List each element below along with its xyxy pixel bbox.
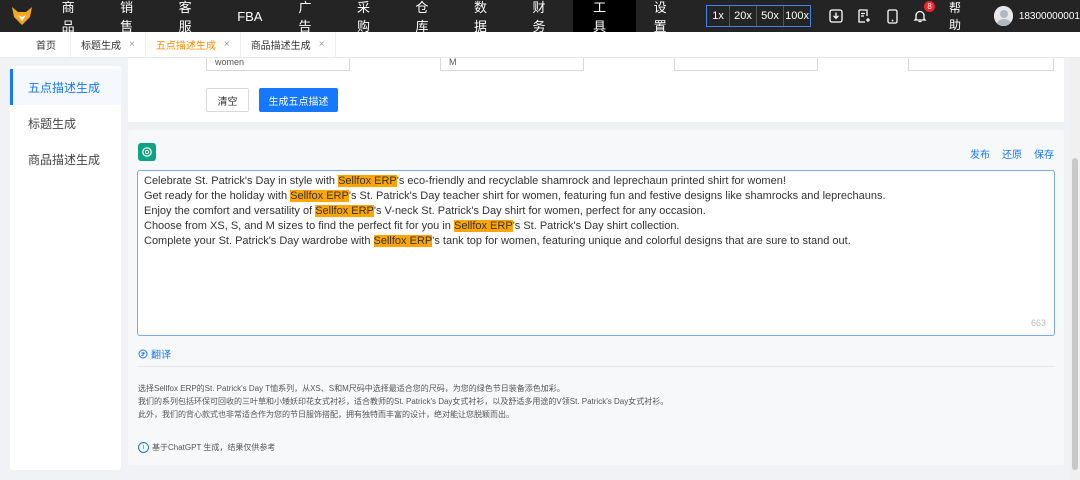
translation-line: 选择Sellfox ERP的St. Patrick's Day T恤系列，从XS…	[138, 384, 565, 393]
translation-line: 此外，我们的背心款式也非常适合作为您的节日服饰搭配，拥有独特而丰富的设计，绝对能…	[138, 410, 514, 419]
nav-item-tools[interactable]: 工具	[573, 0, 636, 34]
bullet-text: Enjoy the comfort and versatility of	[144, 205, 316, 217]
generate-bullets-button[interactable]: 生成五点描述	[259, 88, 338, 112]
save-button[interactable]: 保存	[1034, 146, 1054, 161]
tab-label: 标题生成	[81, 41, 121, 52]
bullet-text: 's tank top for women, featuring unique …	[432, 235, 851, 247]
restore-button[interactable]: 还原	[1002, 146, 1022, 161]
brand-highlight: Sellfox ERP	[290, 190, 349, 202]
bullets-textarea[interactable]: Celebrate St. Patrick's Day in style wit…	[137, 170, 1055, 336]
close-icon[interactable]: ×	[129, 39, 135, 50]
notification-badge: 8	[924, 1, 936, 12]
extra-input[interactable]	[674, 58, 818, 71]
zoom-1x-button[interactable]: 1x	[707, 6, 729, 26]
nav-item-settings[interactable]: 设置	[636, 0, 695, 34]
help-link[interactable]: 帮助	[949, 0, 972, 33]
result-panel: 发布 还原 保存 Celebrate St. Patrick's Day in …	[128, 130, 1064, 465]
sidebar-item-bullet-generation[interactable]: 五点描述生成	[10, 69, 121, 105]
avatar[interactable]	[993, 6, 1013, 26]
sidebar: 五点描述生成 标题生成 商品描述生成	[10, 66, 121, 470]
username[interactable]: 18300000001	[1019, 11, 1080, 22]
tab-description-generation[interactable]: 商品描述生成 ×	[241, 31, 336, 58]
info-icon: i	[138, 442, 149, 453]
extra-input-2[interactable]	[908, 58, 1054, 71]
divider	[137, 366, 1055, 367]
disclaimer-note: i 基于ChatGPT 生成，结果仅供参考	[138, 442, 275, 453]
result-actions: 发布 还原 保存	[970, 146, 1054, 161]
mobile-icon[interactable]	[885, 8, 899, 24]
nav-item-purchase[interactable]: 采购	[339, 0, 398, 34]
nav-item-warehouse[interactable]: 仓库	[398, 0, 457, 34]
translate-button[interactable]: 翻译	[138, 346, 171, 361]
download-icon[interactable]	[829, 8, 843, 24]
tab-title-generation[interactable]: 标题生成 ×	[71, 31, 146, 58]
top-nav: 商品 销售 客服 FBA 广告 采购 仓库 数据 财务 工具 设置 1x 20x…	[0, 0, 1080, 34]
bell-icon[interactable]: 8	[913, 1, 936, 24]
zoom-selector: 1x 20x 50x 100x	[706, 5, 812, 27]
nav-item-fba[interactable]: FBA	[219, 0, 280, 32]
translate-label: 翻译	[151, 350, 171, 361]
clear-button[interactable]: 清空	[206, 88, 249, 112]
zoom-50x-button[interactable]: 50x	[756, 6, 783, 26]
gender-input[interactable]: women	[206, 58, 350, 71]
disclaimer-text: 基于ChatGPT 生成，结果仅供参考	[152, 443, 276, 452]
nav-item-service[interactable]: 客服	[161, 0, 220, 34]
brand-highlight: Sellfox ERP	[453, 220, 513, 232]
nav-icon-group: 8	[829, 1, 936, 24]
input-form: women M 清空 生成五点描述	[128, 58, 1064, 122]
brand-highlight: Sellfox ERP	[338, 175, 397, 187]
tab-label: 商品描述生成	[250, 41, 311, 52]
bullet-line: Enjoy the comfort and versatility of Sel…	[144, 204, 1048, 219]
tab-home[interactable]: 首页	[0, 31, 71, 58]
page-tabs: 首页 标题生成 × 五点描述生成 × 商品描述生成 ×	[0, 31, 1080, 58]
nav-item-data[interactable]: 数据	[456, 0, 515, 34]
main-menu: 商品 销售 客服 FBA 广告 采购 仓库 数据 财务 工具 设置	[44, 0, 695, 34]
bullet-line: Complete your St. Patrick's Day wardrobe…	[144, 234, 1048, 249]
fox-logo-icon[interactable]	[0, 0, 44, 32]
bullet-line: Get ready for the holiday with Sellfox E…	[144, 189, 1048, 204]
sidebar-item-title-generation[interactable]: 标题生成	[10, 105, 121, 141]
nav-item-sales[interactable]: 销售	[102, 0, 161, 34]
bullet-text: Get ready for the holiday with	[144, 190, 291, 202]
char-count: 663	[1030, 318, 1046, 328]
brand-highlight: Sellfox ERP	[315, 205, 374, 217]
bullet-line: Celebrate St. Patrick's Day in style wit…	[144, 174, 1048, 189]
bullet-text: Celebrate St. Patrick's Day in style wit…	[144, 175, 339, 187]
bullet-text: 's St. Patrick's Day shirt collection.	[512, 220, 680, 232]
bullet-text: Choose from XS, S, and M sizes to find t…	[144, 220, 454, 232]
zoom-100x-button[interactable]: 100x	[783, 6, 810, 26]
bullet-text: Complete your St. Patrick's Day wardrobe…	[144, 235, 374, 247]
translation-text: 选择Sellfox ERP的St. Patrick's Day T恤系列，从XS…	[138, 382, 668, 421]
bullet-line: Choose from XS, S, and M sizes to find t…	[144, 219, 1048, 234]
translate-icon	[138, 349, 148, 358]
size-input[interactable]: M	[440, 58, 584, 71]
nav-item-ads[interactable]: 广告	[280, 0, 339, 34]
tab-label: 首页	[36, 41, 56, 52]
close-icon[interactable]: ×	[319, 39, 325, 50]
bullet-text: 's St. Patrick's Day teacher shirt for w…	[348, 190, 886, 202]
close-icon[interactable]: ×	[224, 39, 230, 50]
bullet-text: 's eco-friendly and recyclable shamrock …	[396, 175, 786, 187]
nav-item-finance[interactable]: 财务	[515, 0, 574, 34]
chatgpt-icon	[138, 143, 156, 161]
publish-button[interactable]: 发布	[970, 146, 990, 161]
scrollbar-thumb[interactable]	[1072, 158, 1078, 470]
sidebar-item-description-generation[interactable]: 商品描述生成	[10, 141, 121, 177]
zoom-20x-button[interactable]: 20x	[729, 6, 756, 26]
tab-label: 五点描述生成	[155, 41, 216, 52]
nav-item-products[interactable]: 商品	[44, 0, 103, 34]
document-add-icon[interactable]	[857, 8, 871, 24]
translation-line: 我们的系列包括环保可回收的三叶草和小矮妖印花女式衬衫，适合教师的St. Patr…	[138, 397, 669, 406]
bullet-text: 's V-neck St. Patrick's Day shirt for wo…	[373, 205, 706, 217]
tab-bullet-generation[interactable]: 五点描述生成 ×	[146, 31, 241, 58]
brand-highlight: Sellfox ERP	[373, 235, 433, 247]
